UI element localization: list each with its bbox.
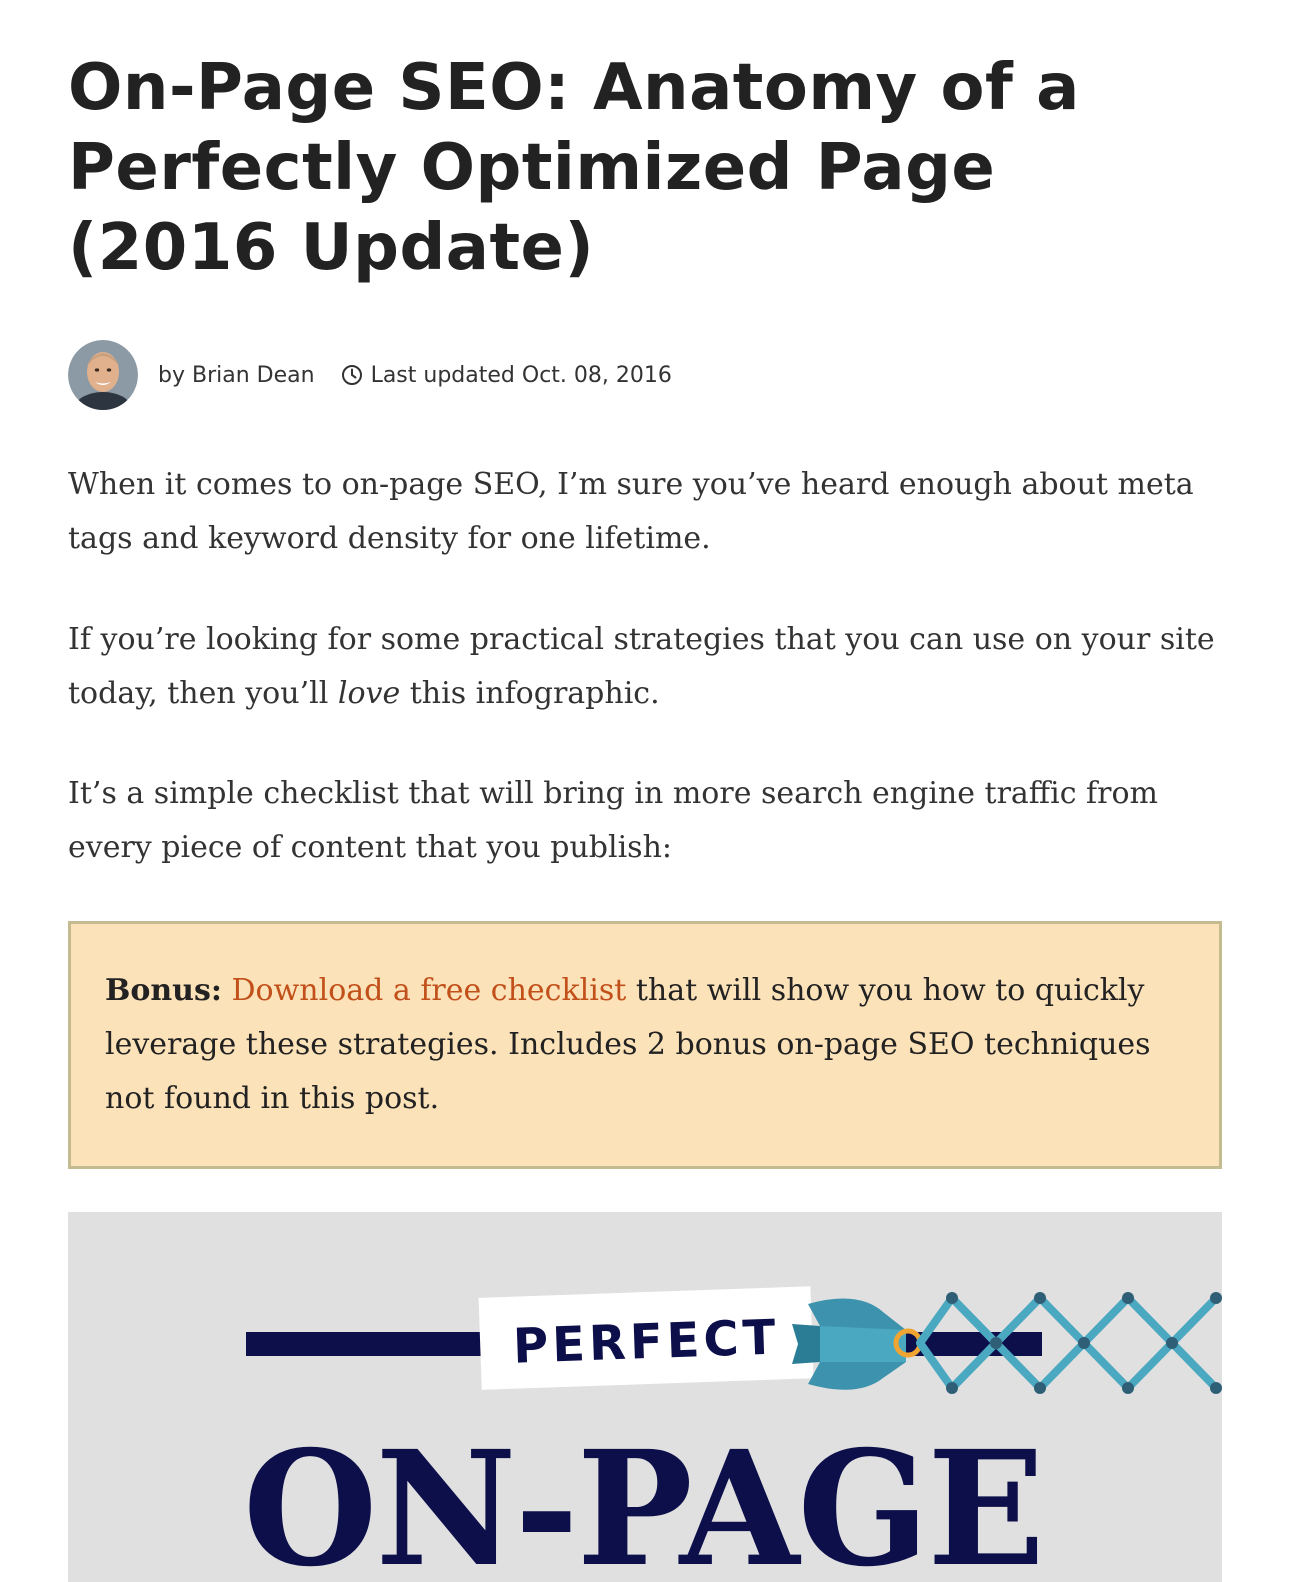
bonus-label: Bonus:	[105, 973, 222, 1008]
p2-end: this infographic.	[409, 676, 660, 711]
intro-paragraph-1: When it comes to on-page SEO, I’m sure y…	[68, 467, 1194, 556]
perfect-tag-text: PERFECT	[512, 1309, 780, 1374]
infographic-image[interactable]: PERFECT ON-PAGE	[68, 1212, 1222, 1582]
author-prefix: by	[158, 362, 185, 388]
zipper-bar-left	[246, 1332, 486, 1356]
byline: by Brian Dean Last updated Oct. 08, 2016	[68, 340, 672, 410]
article-title: On-Page SEO: Anatomy of a Perfectly Opti…	[68, 51, 1080, 285]
updated-date: Oct. 08, 2016	[521, 362, 672, 388]
author-name[interactable]: Brian Dean	[192, 363, 315, 388]
author-avatar[interactable]	[68, 340, 138, 410]
updated-prefix: Last updated	[370, 362, 515, 388]
p2-emphasis: love	[337, 676, 401, 711]
intro-paragraph-3: It’s a simple checklist that will bring …	[68, 776, 1159, 865]
infographic-headline: ON-PAGE	[243, 1417, 1043, 1582]
bonus-callout: Bonus: Download a free checklist that wi…	[68, 921, 1222, 1169]
perfect-tag: PERFECT	[478, 1286, 814, 1390]
author-byline: by Brian Dean	[158, 363, 315, 388]
intro-paragraph-2: If you’re looking for some practical str…	[68, 613, 1222, 721]
clock-icon	[341, 364, 363, 386]
download-checklist-link[interactable]: Download a free checklist	[232, 973, 627, 1008]
